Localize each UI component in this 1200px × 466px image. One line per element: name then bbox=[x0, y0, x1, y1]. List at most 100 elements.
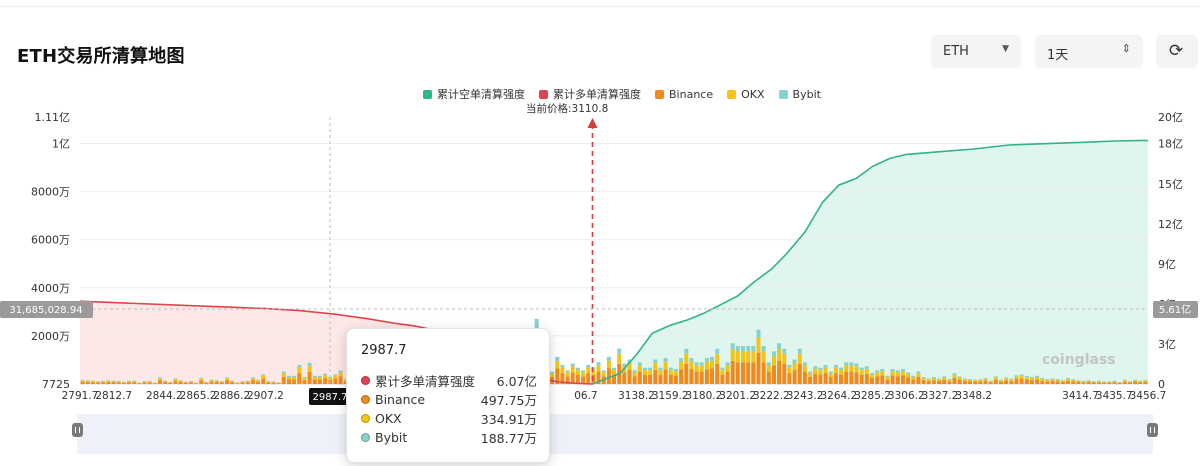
bar-binance bbox=[735, 362, 740, 384]
bar-okx bbox=[271, 381, 276, 383]
bar-bybit bbox=[1138, 380, 1143, 382]
bar-okx bbox=[1014, 376, 1019, 380]
bar-okx bbox=[895, 372, 900, 377]
bar-okx bbox=[1050, 379, 1055, 381]
bar-binance bbox=[715, 363, 720, 385]
bar-binance bbox=[983, 380, 988, 384]
bar-bybit bbox=[704, 358, 709, 362]
bar-binance bbox=[926, 380, 931, 384]
bar-bybit bbox=[895, 370, 900, 373]
bar-bybit bbox=[849, 362, 854, 366]
bar-bybit bbox=[993, 376, 998, 378]
bar-bybit bbox=[1143, 379, 1148, 381]
bar-binance bbox=[823, 373, 828, 384]
bar-okx bbox=[900, 371, 905, 376]
bar-binance bbox=[885, 379, 890, 385]
liquidation-chart[interactable]: 77252000万4000万6000万8000万1亿1.11亿03亿6亿9亿12… bbox=[0, 0, 1200, 466]
bar-binance bbox=[214, 381, 219, 384]
bar-bybit bbox=[292, 375, 297, 377]
bar-bybit bbox=[230, 380, 235, 382]
bar-okx bbox=[188, 381, 193, 383]
bar-binance bbox=[988, 382, 993, 384]
bar-bybit bbox=[839, 367, 843, 370]
bar-okx bbox=[317, 377, 322, 380]
bar-bybit bbox=[988, 380, 993, 382]
bar-okx bbox=[90, 381, 95, 383]
bar-binance bbox=[142, 382, 147, 384]
bar-okx bbox=[96, 381, 101, 383]
x-tick-label: 3243.2 bbox=[787, 390, 824, 402]
bar-bybit bbox=[188, 381, 193, 382]
bar-okx bbox=[1076, 380, 1081, 382]
bar-binance bbox=[1029, 380, 1034, 384]
bar-binance bbox=[245, 382, 250, 384]
x-tick-label: 3180.2 bbox=[686, 390, 723, 402]
bar-bybit bbox=[250, 377, 255, 379]
bar-binance bbox=[839, 374, 843, 384]
bar-okx bbox=[968, 379, 972, 382]
bar-bybit bbox=[271, 381, 276, 382]
bar-okx bbox=[596, 365, 601, 372]
bar-binance bbox=[916, 376, 921, 384]
bar-bybit bbox=[1071, 379, 1076, 380]
bar-okx bbox=[612, 370, 616, 375]
bar-okx bbox=[1138, 381, 1143, 383]
bar-bybit bbox=[859, 367, 864, 370]
bar-bybit bbox=[942, 376, 947, 378]
range-handle-left[interactable] bbox=[72, 423, 83, 437]
bar-okx bbox=[704, 361, 709, 370]
bar-binance bbox=[684, 363, 689, 385]
x-tick-label: 2791.7 bbox=[62, 390, 99, 402]
tooltip-row-name: Bybit bbox=[375, 429, 408, 445]
bar-okx bbox=[947, 379, 952, 382]
bar-bybit bbox=[96, 381, 101, 382]
bar-binance bbox=[637, 371, 642, 384]
bar-okx bbox=[1040, 379, 1045, 381]
x-tick-label: 2907.2 bbox=[247, 390, 284, 402]
bar-okx bbox=[668, 370, 673, 375]
bar-bybit bbox=[245, 380, 250, 382]
bar-binance bbox=[163, 382, 168, 384]
tooltip-row-name: Binance bbox=[375, 391, 426, 407]
range-navigator[interactable] bbox=[77, 414, 1153, 454]
bar-okx bbox=[720, 370, 725, 375]
bar-okx bbox=[782, 353, 787, 364]
tooltip-dot bbox=[361, 432, 370, 442]
right-tick-label: 12亿 bbox=[1158, 218, 1183, 231]
bar-okx bbox=[1060, 380, 1065, 382]
bar-bybit bbox=[715, 348, 720, 354]
bar-okx bbox=[715, 353, 720, 364]
bar-bybit bbox=[261, 374, 266, 376]
bar-bybit bbox=[601, 370, 606, 373]
bar-bybit bbox=[968, 379, 972, 380]
bar-okx bbox=[643, 370, 647, 375]
bar-binance bbox=[968, 381, 972, 384]
bar-okx bbox=[978, 380, 983, 382]
bar-okx bbox=[194, 382, 199, 384]
bar-bybit bbox=[710, 356, 714, 361]
bar-binance bbox=[338, 376, 343, 385]
bar-binance bbox=[782, 363, 787, 385]
bar-bybit bbox=[694, 362, 699, 366]
bar-okx bbox=[658, 370, 663, 375]
current-price-arrow bbox=[587, 118, 598, 128]
bar-bybit bbox=[937, 378, 942, 380]
bar-bybit bbox=[1014, 375, 1019, 377]
bar-okx bbox=[1045, 380, 1050, 382]
bar-okx bbox=[1102, 381, 1107, 383]
bar-bybit bbox=[127, 380, 131, 382]
bar-bybit bbox=[1004, 377, 1009, 379]
range-handle-right[interactable] bbox=[1147, 423, 1158, 437]
bar-binance bbox=[302, 380, 307, 384]
bar-bybit bbox=[266, 381, 271, 382]
bar-okx bbox=[163, 381, 168, 382]
bar-binance bbox=[1004, 380, 1009, 384]
bar-bybit bbox=[287, 375, 291, 377]
bar-binance bbox=[225, 380, 230, 384]
bar-bybit bbox=[679, 358, 684, 362]
bar-bybit bbox=[214, 380, 219, 381]
bar-bybit bbox=[281, 371, 286, 374]
bar-bybit bbox=[978, 379, 983, 380]
bar-bybit bbox=[534, 318, 539, 329]
bar-okx bbox=[328, 378, 333, 381]
